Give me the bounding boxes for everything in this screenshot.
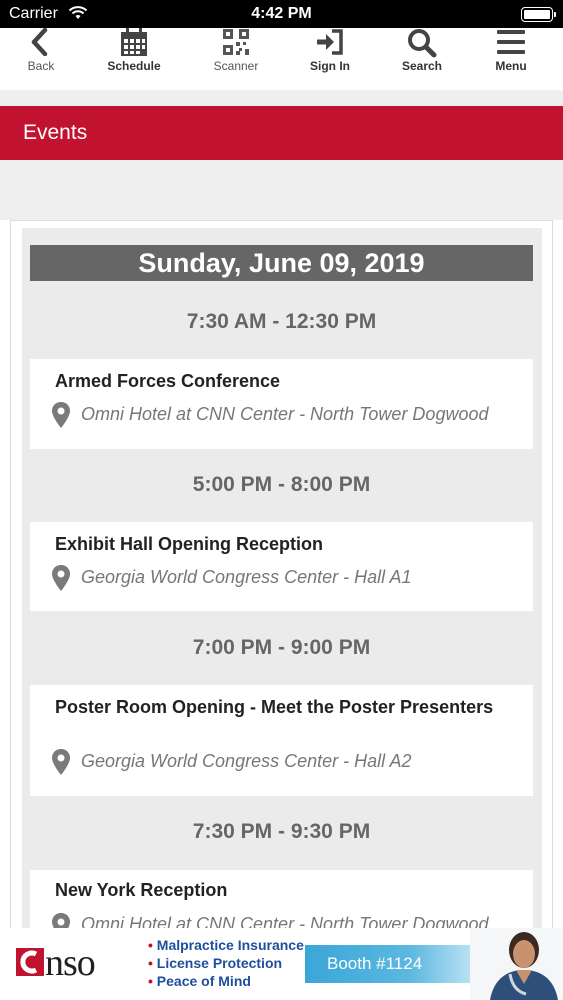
map-pin-icon <box>51 402 71 428</box>
event-title: Armed Forces Conference <box>55 371 281 391</box>
nurse-photo <box>470 928 563 1000</box>
time-slot-label: 7:00 PM - 9:00 PM <box>192 636 371 659</box>
search-icon <box>377 28 467 58</box>
event-location: Georgia World Congress Center - Hall A1 <box>81 567 412 587</box>
map-pin-icon <box>51 749 71 775</box>
calendar-icon <box>89 28 179 58</box>
nav-divider <box>0 90 563 106</box>
events-header: Events <box>0 106 563 160</box>
event-title: Poster Room Opening - Meet the Poster Pr… <box>55 697 494 717</box>
booth-label: Booth #1124 <box>327 954 423 973</box>
nso-logo-text: nso <box>45 942 96 984</box>
nso-logo-icon <box>16 948 46 978</box>
scanner-label: Scanner <box>213 59 259 73</box>
event-card[interactable]: Armed Forces Conference Omni Hotel at CN… <box>30 359 533 449</box>
battery-icon <box>521 7 556 22</box>
sign-in-label: Sign In <box>310 59 350 73</box>
event-title: New York Reception <box>55 880 228 900</box>
event-card[interactable]: Exhibit Hall Opening Reception Georgia W… <box>30 522 533 611</box>
schedule-label: Schedule <box>107 59 161 73</box>
event-card[interactable]: Poster Room Opening - Meet the Poster Pr… <box>30 685 533 796</box>
back-label: Back <box>27 59 55 73</box>
map-pin-icon <box>51 565 71 591</box>
sign-in-icon <box>285 28 375 58</box>
ad-banner[interactable]: nso • Malpractice Insurance • License Pr… <box>0 928 563 1000</box>
chevron-left-icon <box>0 28 86 58</box>
hamburger-menu-icon <box>466 28 556 58</box>
ad-bullet: • Malpractice Insurance <box>148 937 304 953</box>
event-location: Georgia World Congress Center - Hall A2 <box>81 751 412 771</box>
search-label: Search <box>401 59 443 73</box>
page-title: Events <box>23 121 88 144</box>
ad-bullets: • Malpractice Insurance • License Protec… <box>148 936 304 990</box>
time-slot-label: 7:30 AM - 12:30 PM <box>186 310 377 333</box>
qr-code-icon <box>191 28 281 58</box>
filter-band <box>0 160 563 220</box>
ad-bullet: • Peace of Mind <box>148 973 251 989</box>
event-location: Omni Hotel at CNN Center - North Tower D… <box>81 404 489 424</box>
status-time: 4:42 PM <box>251 5 312 22</box>
menu-label: Menu <box>495 59 527 73</box>
ad-bullet: • License Protection <box>148 955 283 971</box>
status-bar: Carrier 4:42 PM <box>0 0 563 28</box>
event-card[interactable]: New York Reception Omni Hotel at CNN Cen… <box>30 870 533 930</box>
event-title: Exhibit Hall Opening Reception <box>55 534 324 554</box>
time-slot-label: 7:30 PM - 9:30 PM <box>192 820 371 843</box>
date-header: Sunday, June 09, 2019 <box>30 245 533 281</box>
time-slot-label: 5:00 PM - 8:00 PM <box>192 473 371 496</box>
